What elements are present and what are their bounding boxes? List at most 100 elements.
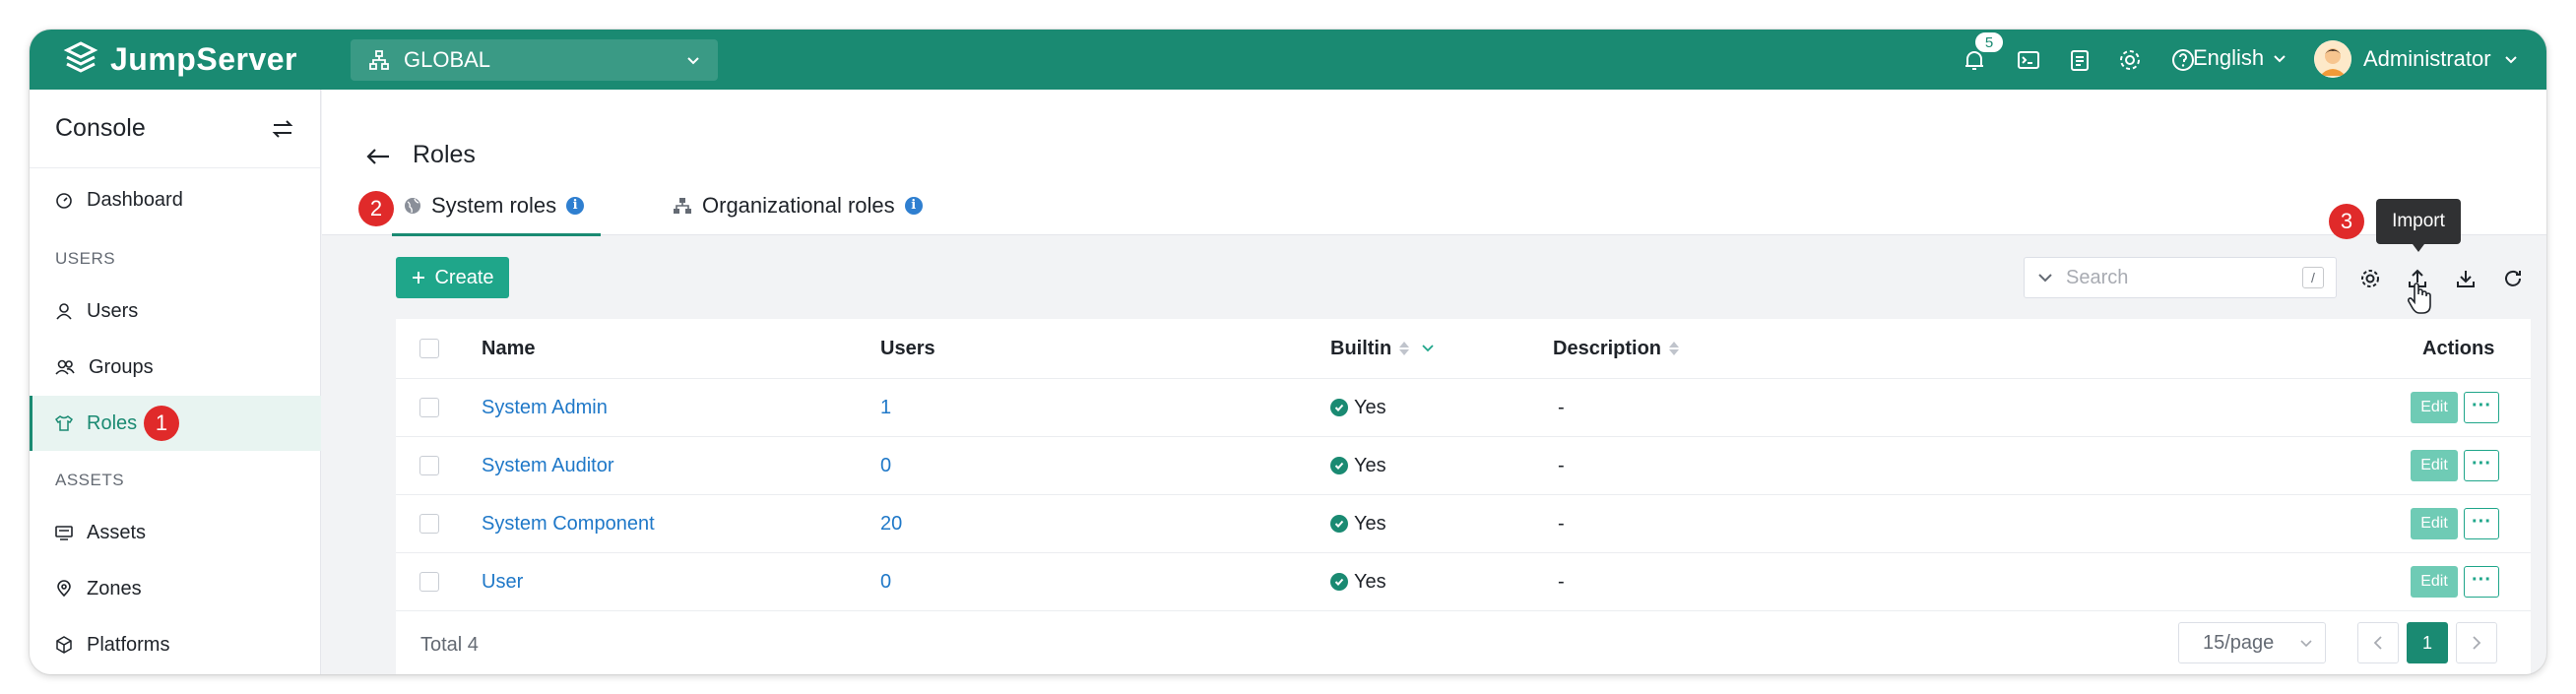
sidebar-item-zones[interactable]: Zones	[30, 561, 321, 616]
page-size-value: 15/page	[2203, 631, 2275, 654]
check-circle-icon	[1330, 399, 1348, 416]
edit-button[interactable]: Edit	[2411, 392, 2458, 423]
top-bar: JumpServer GLOBAL 5 English Administrato…	[30, 30, 2546, 90]
brand-name: JumpServer	[110, 40, 297, 77]
chevron-down-icon[interactable]	[2036, 269, 2054, 286]
brand-logo[interactable]: JumpServer	[61, 39, 297, 79]
search-input[interactable]: Search /	[2024, 257, 2337, 298]
column-header-description[interactable]: Description	[1553, 319, 1680, 378]
sidebar-item-label: Platforms	[87, 633, 170, 656]
column-header-users[interactable]: Users	[880, 319, 935, 378]
back-arrow-icon[interactable]	[365, 147, 391, 166]
filter-chevron-icon[interactable]	[1421, 344, 1435, 353]
role-name-link[interactable]: User	[482, 553, 523, 610]
table-row: System Admin 1 Yes - Edit ···	[396, 379, 2531, 437]
user-name: Administrator	[2363, 46, 2491, 71]
chevron-down-icon	[2300, 640, 2312, 648]
role-users-count[interactable]: 0	[880, 553, 891, 610]
globe-icon	[405, 198, 420, 214]
sort-icon[interactable]	[1399, 342, 1410, 355]
roles-table: Name Users Builtin Description Actions S…	[396, 319, 2531, 674]
gear-icon[interactable]	[2117, 47, 2143, 73]
sidebar-item-label: Assets	[87, 521, 147, 543]
column-header-builtin[interactable]: Builtin	[1330, 319, 1435, 378]
column-header-actions: Actions	[2422, 337, 2495, 359]
role-description: -	[1558, 512, 1565, 535]
edit-button[interactable]: Edit	[2411, 450, 2458, 481]
edit-button[interactable]: Edit	[2411, 508, 2458, 539]
page-header: Roles 2 System roles i Organizational ro…	[322, 90, 2546, 236]
tab-organizational-roles[interactable]: Organizational roles i	[673, 193, 923, 219]
org-tree-icon	[674, 198, 691, 214]
more-actions-button[interactable]: ···	[2464, 392, 2499, 423]
search-shortcut-key: /	[2302, 267, 2324, 288]
role-builtin: Yes	[1330, 379, 1386, 436]
prev-page-button[interactable]	[2357, 622, 2399, 663]
org-tree-icon	[369, 50, 389, 70]
active-tab-indicator	[392, 233, 601, 236]
column-header-name[interactable]: Name	[482, 319, 535, 378]
row-checkbox[interactable]	[419, 379, 439, 436]
row-checkbox[interactable]	[419, 553, 439, 610]
next-page-button[interactable]	[2456, 622, 2497, 663]
more-actions-button[interactable]: ···	[2464, 508, 2499, 539]
location-icon	[57, 580, 71, 598]
sidebar-item-dashboard[interactable]: Dashboard	[30, 172, 321, 227]
groups-icon	[55, 359, 75, 375]
clipboard-icon[interactable]	[2067, 47, 2093, 73]
table-row: System Auditor 0 Yes - Edit ···	[396, 437, 2531, 495]
sidebar-item-users[interactable]: Users	[30, 284, 321, 339]
sort-icon[interactable]	[1669, 342, 1680, 355]
sidebar-item-label: Roles	[87, 411, 138, 434]
sidebar-item-groups[interactable]: Groups	[30, 340, 321, 395]
create-button[interactable]: Create	[396, 257, 509, 298]
sidebar: Console Dashboard USERS Users Groups Rol…	[30, 90, 321, 674]
role-builtin: Yes	[1330, 495, 1386, 552]
download-icon[interactable]	[2454, 267, 2478, 290]
organization-select[interactable]: GLOBAL	[351, 39, 718, 81]
builtin-value: Yes	[1354, 396, 1386, 418]
row-checkbox[interactable]	[419, 437, 439, 494]
search-placeholder: Search	[2066, 266, 2129, 288]
role-users-count[interactable]: 1	[880, 379, 891, 436]
table-footer: Total 4 15/page 1	[396, 612, 2531, 674]
role-users-count[interactable]: 0	[880, 437, 891, 494]
page-title: Roles	[413, 141, 476, 168]
column-header-label: Builtin	[1330, 337, 1392, 359]
more-actions-button[interactable]: ···	[2464, 450, 2499, 481]
role-name-link[interactable]: System Component	[482, 495, 655, 552]
tab-system-roles[interactable]: System roles i	[404, 193, 585, 219]
tab-label: System roles	[431, 193, 557, 218]
info-icon[interactable]: i	[904, 197, 923, 215]
switch-view-icon[interactable]	[271, 117, 294, 141]
sidebar-item-assets[interactable]: Assets	[30, 505, 321, 560]
sidebar-title: Console	[55, 114, 146, 142]
check-circle-icon	[1330, 515, 1348, 533]
column-header-label: Description	[1553, 337, 1662, 359]
sidebar-item-platforms[interactable]: Platforms	[30, 617, 321, 672]
org-select-value: GLOBAL	[404, 47, 491, 72]
sidebar-header: Console	[30, 90, 320, 168]
check-circle-icon	[1330, 457, 1348, 474]
user-menu[interactable]: Administrator	[2314, 40, 2519, 78]
language-select[interactable]: English	[2193, 45, 2287, 71]
page-size-select[interactable]: 15/page	[2178, 622, 2326, 663]
page-number-button[interactable]: 1	[2407, 622, 2448, 663]
role-name-link[interactable]: System Admin	[482, 379, 608, 436]
row-checkbox[interactable]	[419, 495, 439, 552]
select-all-checkbox[interactable]	[419, 319, 439, 378]
dashboard-icon	[56, 193, 72, 209]
info-icon[interactable]: i	[566, 197, 585, 215]
more-actions-button[interactable]: ···	[2464, 566, 2499, 598]
role-name-link[interactable]: System Auditor	[482, 437, 614, 494]
settings-icon[interactable]	[2358, 267, 2382, 290]
role-users-count[interactable]: 20	[880, 495, 902, 552]
table-row: User 0 Yes - Edit ···	[396, 553, 2531, 611]
step-marker-3: 3	[2329, 204, 2364, 239]
edit-button[interactable]: Edit	[2411, 566, 2458, 598]
role-description: -	[1558, 454, 1565, 476]
refresh-icon[interactable]	[2501, 267, 2525, 290]
role-description: -	[1558, 396, 1565, 418]
terminal-icon[interactable]	[2016, 47, 2041, 73]
builtin-value: Yes	[1354, 512, 1386, 535]
